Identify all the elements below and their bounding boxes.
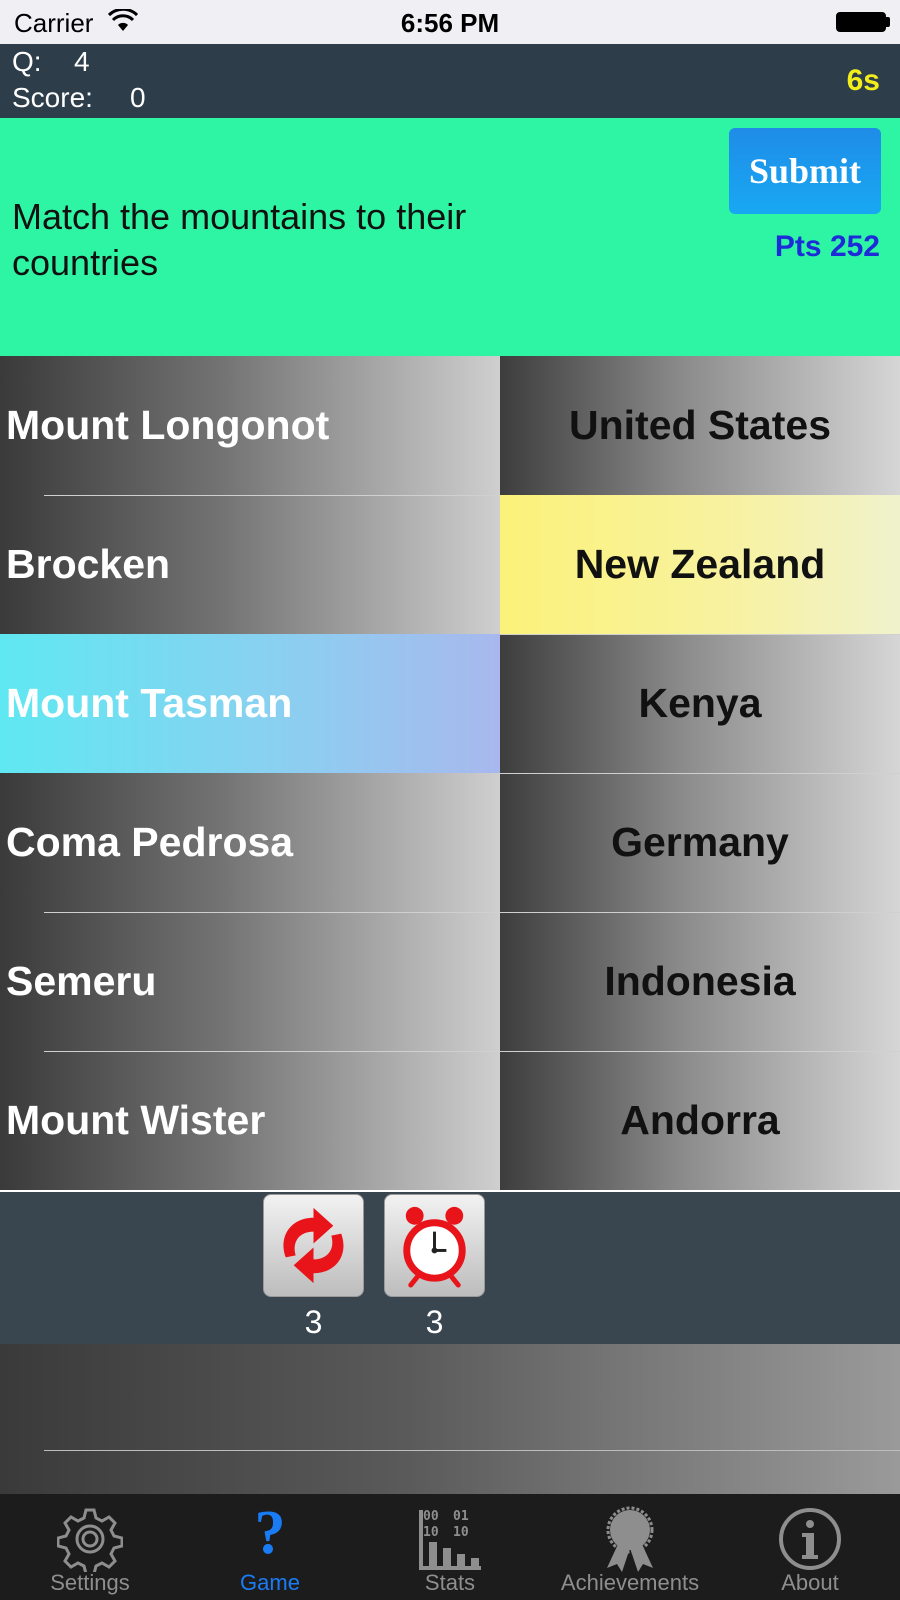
row-divider: [44, 1450, 900, 1451]
mountain-option[interactable]: Coma Pedrosa: [0, 773, 500, 912]
points-label: Pts 252: [774, 230, 880, 263]
svg-text:10: 10: [453, 1525, 469, 1540]
ribbon-icon: [606, 1506, 654, 1572]
country-option[interactable]: Andorra: [500, 1051, 900, 1190]
mountain-option[interactable]: Mount Longonot: [0, 356, 500, 495]
tab-stats[interactable]: 00 01 10 10 Stats: [360, 1494, 540, 1600]
question-text: Match the mountains to their countries: [12, 196, 467, 283]
mountain-option[interactable]: Semeru: [0, 912, 500, 1051]
mountain-option[interactable]: Brocken: [0, 495, 500, 634]
info-icon: [779, 1508, 841, 1570]
powerups-bar: 3 3: [0, 1192, 900, 1344]
tab-about[interactable]: About: [720, 1494, 900, 1600]
tab-bar: Settings ? Game 00 01 10 10 Stats Achievem…: [0, 1494, 900, 1600]
status-time: 6:56 PM: [400, 8, 500, 38]
tab-game-label: Game: [240, 1570, 300, 1595]
time-powerup-button[interactable]: [384, 1194, 485, 1297]
stats-icon: 00 01 10 10: [419, 1509, 481, 1570]
alarm-clock-icon: [403, 1206, 466, 1288]
tab-about-label: About: [781, 1570, 839, 1595]
countdown-timer: 6s: [846, 64, 880, 97]
question-mark-icon: ?: [254, 1499, 286, 1567]
row-divider: [44, 495, 500, 496]
status-bar: Carrier 6:56 PM: [0, 0, 900, 44]
game-info-bar: Q: 4 Score: 0 6s: [0, 44, 900, 118]
question-panel: Match the mountains to their countries S…: [0, 118, 900, 356]
mountain-option[interactable]: Mount Wister: [0, 1051, 500, 1190]
battery-tip: [886, 17, 890, 27]
tab-game[interactable]: ? Game: [180, 1494, 360, 1600]
submit-button[interactable]: Submit: [729, 128, 881, 214]
country-option[interactable]: Kenya: [500, 634, 900, 773]
country-option[interactable]: Indonesia: [500, 912, 900, 1051]
svg-text:10: 10: [423, 1525, 439, 1540]
tab-achievements[interactable]: Achievements: [540, 1494, 720, 1600]
svg-text:00: 00: [423, 1509, 439, 1524]
gear-icon: [57, 1508, 123, 1572]
country-option[interactable]: United States: [500, 356, 900, 495]
country-option[interactable]: Germany: [500, 773, 900, 912]
score-value: 0: [130, 82, 146, 113]
tab-stats-label: Stats: [424, 1570, 476, 1595]
refresh-powerup-count: 3: [304, 1304, 323, 1340]
row-divider: [44, 912, 900, 913]
time-powerup-count: 3: [425, 1304, 444, 1340]
row-divider: [500, 634, 900, 635]
refresh-icon: [283, 1207, 344, 1284]
mountain-option-selected[interactable]: Mount Tasman: [0, 634, 500, 773]
empty-panel: [0, 1344, 900, 1494]
tab-settings[interactable]: Settings: [0, 1494, 180, 1600]
row-divider: [500, 773, 900, 774]
refresh-powerup-button[interactable]: [263, 1194, 364, 1297]
row-divider: [44, 1051, 900, 1052]
svg-text:01: 01: [453, 1509, 469, 1524]
question-number-value: 4: [74, 46, 90, 77]
score-label: Score:: [12, 82, 93, 113]
tab-achievements-label: Achievements: [560, 1570, 700, 1595]
tab-settings-label: Settings: [50, 1570, 130, 1595]
question-number-label: Q:: [12, 46, 42, 77]
battery-icon: [836, 12, 886, 32]
country-option-selected[interactable]: New Zealand: [500, 495, 900, 634]
